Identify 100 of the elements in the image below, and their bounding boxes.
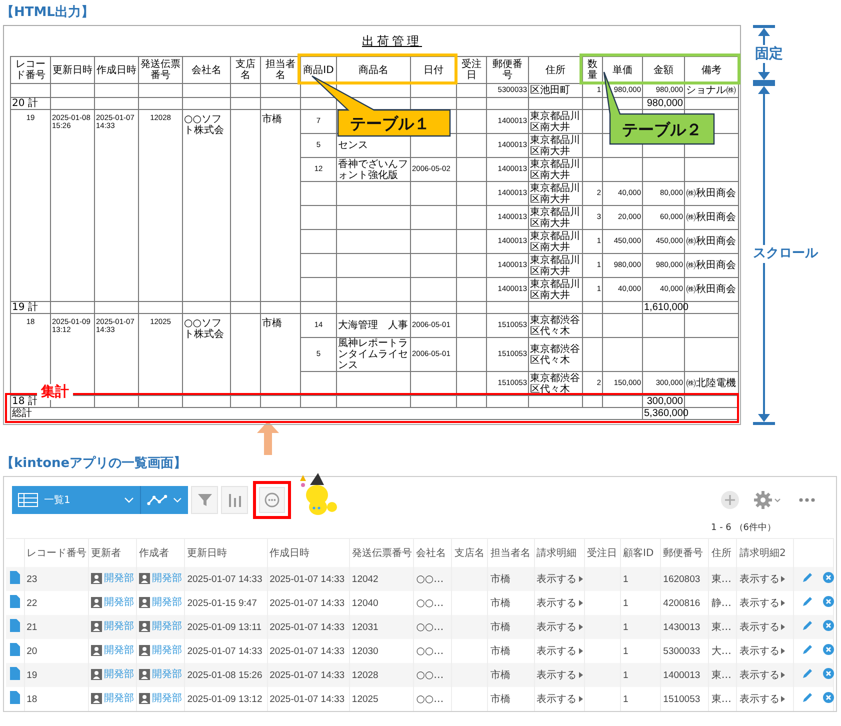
line-chart-icon (147, 493, 168, 507)
edit-icon[interactable] (802, 668, 813, 679)
table-cell: 12031 (352, 622, 378, 632)
more-icon[interactable] (798, 497, 816, 503)
caret-icon (781, 600, 786, 606)
table-cell: 2025-01-07 14:33 (187, 574, 262, 584)
filter-button[interactable] (191, 486, 218, 514)
show-link[interactable]: 表示する (739, 644, 780, 658)
add-icon[interactable] (720, 490, 740, 510)
table-cell: 区池田町 (528, 84, 582, 98)
table-cell: 東京都品川区南大井 (528, 110, 582, 134)
table-cell: 1400013 (663, 670, 700, 680)
table-cell: 東京都渋谷区代々木 (528, 314, 582, 338)
table-cell: ○○… (416, 670, 444, 680)
show-link[interactable]: 表示する (739, 596, 780, 610)
edit-icon[interactable] (802, 644, 813, 655)
document-icon[interactable] (10, 595, 20, 608)
table-cell: 市橋 (490, 598, 510, 609)
column-header: 支店名 (230, 56, 260, 84)
document-icon[interactable] (10, 667, 20, 680)
graph-button[interactable] (140, 486, 188, 514)
user-icon (139, 572, 150, 584)
table-cell: ○○ソフト株式会 (182, 314, 230, 396)
table-cell: ○○… (416, 694, 444, 704)
column-header: 金額 (642, 56, 684, 84)
x-circle-icon[interactable] (822, 644, 834, 655)
column-header: 郵便番号 (486, 56, 528, 84)
column-header: 商品名 (336, 56, 410, 84)
frame-label: 集計 (37, 384, 73, 400)
table-cell: 東… (711, 670, 732, 681)
bar-chart-icon (228, 492, 242, 508)
table-cell: 12025 (352, 694, 378, 704)
document-icon[interactable] (10, 619, 20, 632)
table-cell: 東京都品川区南大井 (528, 230, 582, 254)
report-title: 出荷管理 (362, 32, 422, 50)
table-cell: 19 (26, 670, 38, 680)
x-circle-icon[interactable] (822, 572, 834, 583)
column-header: 数量 (582, 56, 602, 84)
user-icon (139, 596, 150, 608)
table-cell: 2025-01-07 14:33 (270, 694, 345, 704)
table-cell: 市橋 (490, 622, 510, 633)
table-cell: ショナル㈱ (684, 84, 738, 98)
table-cell: ○○… (416, 574, 444, 584)
x-circle-icon[interactable] (822, 668, 834, 679)
table-cell: 市橋 (490, 574, 510, 585)
table-cell: 風神レポートランタイムライセンス (336, 338, 410, 372)
table-cell: 2025-01-07 14:33 (270, 598, 345, 608)
table-cell: ㈱北陸電機 (684, 372, 738, 396)
user-icon (90, 596, 102, 608)
table-cell: 1510053 (663, 694, 700, 704)
table-cell: 12040 (352, 598, 378, 608)
edit-icon[interactable] (802, 692, 813, 703)
caret-icon (781, 576, 786, 582)
edit-icon[interactable] (802, 620, 813, 631)
table-cell: 東京都渋谷区代々木 (528, 338, 582, 372)
table-icon (18, 493, 38, 507)
total-label: 総計 (12, 408, 32, 419)
chart-button[interactable] (221, 486, 248, 514)
column-header: レコード番号 (10, 56, 50, 84)
caret-icon (124, 497, 134, 503)
table-cell: 大… (711, 646, 732, 657)
column-header: 受注日 (456, 56, 486, 84)
show-link[interactable]: 表示する (739, 692, 780, 706)
up-arrow (257, 421, 279, 455)
document-icon[interactable] (10, 691, 20, 704)
table-cell: ○○ソフト株式会 (182, 110, 230, 302)
table-cell: ㈱秋田商会 (684, 278, 738, 302)
column-header: 作成日時 (94, 56, 138, 84)
column-header: 住所 (528, 56, 582, 84)
table-cell: 東京都品川区南大井 (528, 182, 582, 206)
table-cell: 23 (26, 574, 38, 584)
x-circle-icon[interactable] (822, 620, 834, 631)
section-heading: 【HTML出力】 (1, 4, 94, 22)
range-label: 固定 (755, 45, 783, 63)
show-link[interactable]: 表示する (536, 644, 577, 658)
plugin-button[interactable] (259, 487, 285, 513)
x-circle-icon[interactable] (822, 596, 834, 607)
settings-icon[interactable] (753, 490, 781, 510)
table-cell: 12042 (352, 574, 378, 584)
show-link[interactable]: 表示する (536, 596, 577, 610)
table-cell: 2025-01-09 13:12 (187, 694, 262, 704)
table-cell: 1 (623, 646, 628, 656)
edit-icon[interactable] (802, 572, 813, 583)
table-cell: 20 (26, 646, 38, 656)
user-icon (90, 692, 102, 704)
document-icon[interactable] (10, 643, 20, 656)
table-cell: 市橋 (490, 670, 510, 681)
edit-icon[interactable] (802, 596, 813, 607)
table-cell: 東京都品川区南大井 (528, 206, 582, 230)
table-cell: 2025-01-09 13:11 (187, 622, 262, 632)
caret-icon (781, 672, 786, 678)
column-header: 担当者名 (260, 56, 300, 84)
subtotal-label: 19 計 (10, 302, 50, 314)
show-link[interactable]: 表示する (536, 692, 577, 706)
x-circle-icon[interactable] (822, 692, 834, 703)
user-icon (139, 620, 150, 632)
user-icon (90, 644, 102, 656)
document-icon[interactable] (10, 571, 20, 584)
table-cell: 12028 (352, 670, 378, 680)
user-icon (139, 668, 150, 680)
